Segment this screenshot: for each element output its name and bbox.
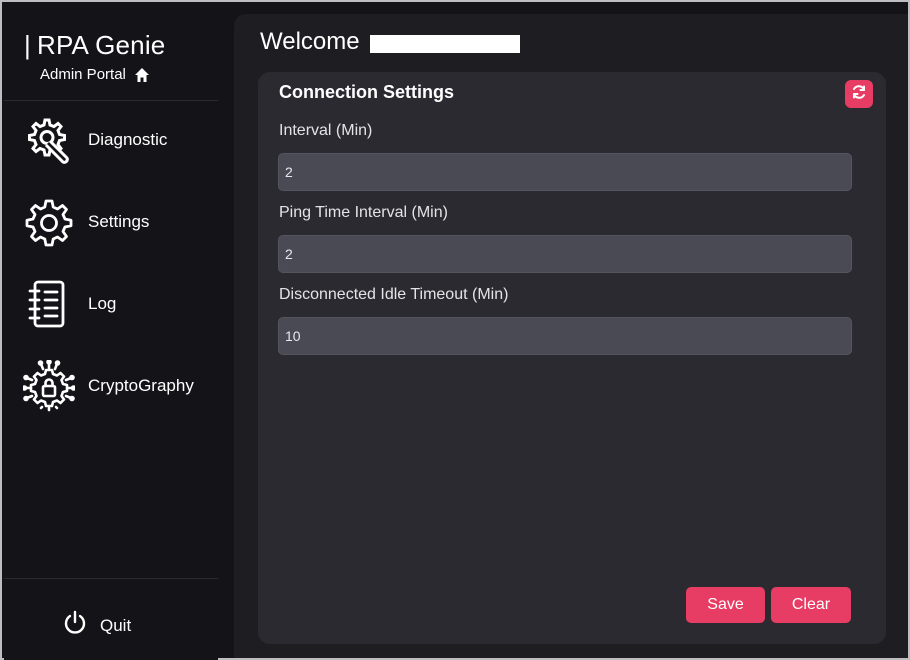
home-icon[interactable] [134, 67, 150, 83]
quit-button[interactable]: Quit [62, 610, 131, 641]
interval-input[interactable] [278, 153, 852, 191]
log-notebook-icon [22, 277, 76, 331]
sidebar-divider [4, 578, 218, 579]
idle-timeout-input[interactable] [278, 317, 852, 355]
sidebar-item-label: CryptoGraphy [88, 376, 194, 395]
main-panel: Welcome Connection Settings Interval (Mi… [234, 14, 908, 658]
sidebar-item-label: Settings [88, 212, 150, 231]
welcome-heading: Welcome [260, 28, 520, 56]
admin-portal-link[interactable]: Admin Portal [40, 66, 150, 83]
save-button[interactable]: Save [686, 587, 765, 623]
lock-gear-icon [22, 359, 76, 413]
sidebar-item-log[interactable]: Log [22, 274, 212, 334]
ping-time-interval-input[interactable] [278, 235, 852, 273]
app-subtitle: Admin Portal [40, 66, 126, 83]
refresh-button[interactable] [845, 80, 873, 108]
sidebar: | RPA Genie Admin Portal Diagnostic Sett… [4, 4, 218, 660]
sidebar-divider [4, 100, 218, 101]
power-icon [62, 610, 88, 641]
refresh-icon [851, 84, 867, 105]
brand: | RPA Genie [24, 30, 165, 60]
app-window: | RPA Genie Admin Portal Diagnostic Sett… [0, 0, 910, 660]
idle-timeout-label: Disconnected Idle Timeout (Min) [279, 286, 509, 303]
sidebar-item-label: Log [88, 294, 117, 313]
gear-icon [22, 195, 76, 249]
sidebar-item-diagnostic[interactable]: Diagnostic [22, 110, 212, 170]
welcome-text: Welcome [260, 28, 360, 55]
redacted-username [369, 35, 520, 53]
sidebar-item-settings[interactable]: Settings [22, 192, 212, 252]
app-name: RPA Genie [36, 30, 166, 60]
diagnostic-gear-wrench-icon [22, 113, 76, 167]
quit-label: Quit [100, 615, 132, 635]
card-title: Connection Settings [279, 82, 454, 102]
connection-settings-card: Connection Settings Interval (Min) Ping … [258, 72, 886, 644]
app-title: | RPA Genie [24, 30, 166, 60]
sidebar-item-cryptography[interactable]: CryptoGraphy [22, 356, 212, 416]
sidebar-item-label: Diagnostic [88, 130, 168, 149]
clear-button[interactable]: Clear [771, 587, 851, 623]
ping-time-interval-label: Ping Time Interval (Min) [279, 204, 448, 221]
interval-label: Interval (Min) [279, 122, 373, 139]
